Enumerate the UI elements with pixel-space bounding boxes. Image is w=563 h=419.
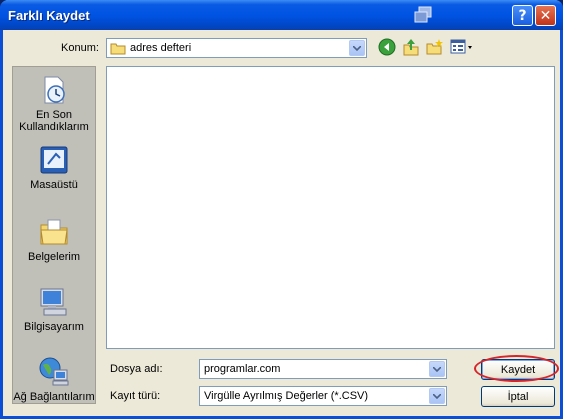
places-bar: En Son Kullandıklarım Masaüstü Belgeleri… <box>12 66 96 404</box>
place-computer[interactable]: Bilgisayarım <box>13 286 95 333</box>
new-folder-icon[interactable] <box>426 38 444 56</box>
location-value: adres defteri <box>130 42 192 54</box>
network-places-icon <box>39 357 69 386</box>
filename-input[interactable] <box>200 363 429 375</box>
place-label: Masaüstü <box>30 179 78 191</box>
place-label: Belgelerim <box>28 251 80 263</box>
place-network[interactable]: Ağ Bağlantılarım <box>13 356 95 403</box>
chevron-down-icon[interactable] <box>349 40 365 56</box>
view-menu-icon[interactable] <box>450 38 474 56</box>
filename-label: Dosya adı: <box>110 363 163 375</box>
window-decoration-icon <box>414 6 432 23</box>
my-documents-icon <box>40 219 68 245</box>
up-folder-icon[interactable] <box>402 38 420 56</box>
recent-documents-icon <box>44 76 65 104</box>
location-label: Konum: <box>61 42 99 54</box>
place-label: En Son Kullandıklarım <box>19 109 89 133</box>
desktop-icon <box>40 146 68 174</box>
cancel-button[interactable]: İptal <box>481 386 555 407</box>
folder-icon <box>110 43 126 55</box>
place-label: Bilgisayarım <box>24 321 84 333</box>
my-computer-icon <box>40 288 67 316</box>
filetype-value: Virgülle Ayrılmış Değerler (*.CSV) <box>204 390 369 402</box>
place-documents[interactable]: Belgelerim <box>13 216 95 263</box>
window-title: Farklı Kaydet <box>8 8 90 23</box>
location-dropdown[interactable]: adres defteri <box>106 38 367 58</box>
close-button[interactable]: ✕ <box>535 5 556 26</box>
chevron-down-icon[interactable] <box>429 361 445 377</box>
filename-combobox[interactable] <box>199 359 447 379</box>
save-button[interactable]: Kaydet <box>481 359 555 380</box>
title-bar[interactable]: Farklı Kaydet ? ✕ <box>0 0 563 30</box>
help-button[interactable]: ? <box>512 5 533 26</box>
filetype-dropdown[interactable]: Virgülle Ayrılmış Değerler (*.CSV) <box>199 386 447 406</box>
file-list[interactable] <box>106 66 555 349</box>
back-icon[interactable] <box>378 38 396 56</box>
place-recent[interactable]: En Son Kullandıklarım <box>13 74 95 133</box>
place-desktop[interactable]: Masaüstü <box>13 144 95 191</box>
save-as-dialog: Farklı Kaydet ? ✕ Konum: adres defteri E… <box>0 0 563 419</box>
chevron-down-icon[interactable] <box>429 388 445 404</box>
place-label: Ağ Bağlantılarım <box>13 391 95 403</box>
filetype-label: Kayıt türü: <box>110 390 161 402</box>
